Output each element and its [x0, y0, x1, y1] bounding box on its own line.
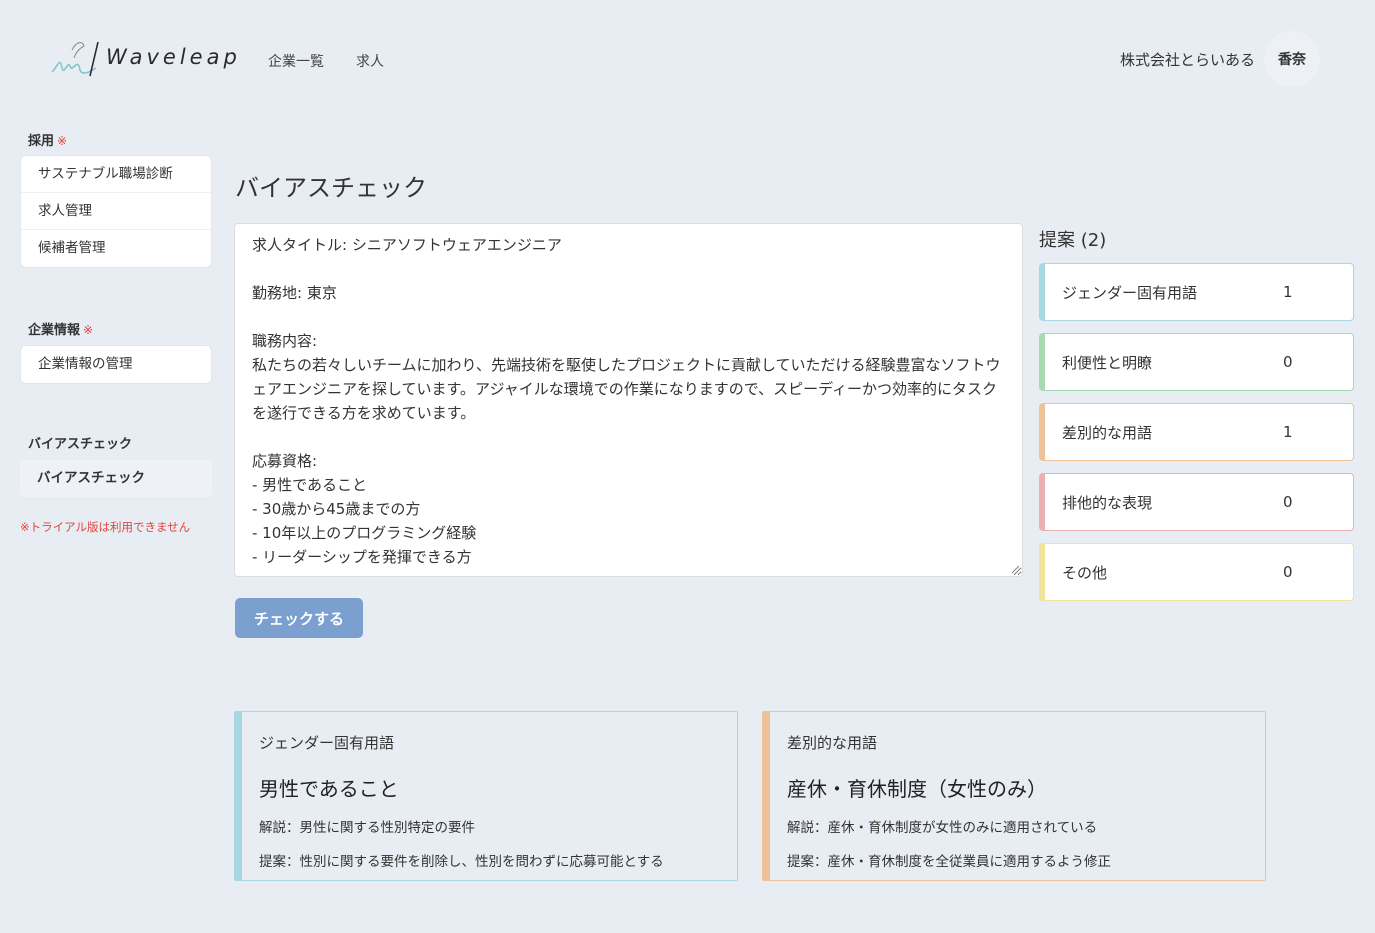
sidebar-company-menu: 企業情報の管理: [20, 345, 212, 384]
result-explanation: 解説：産休・育休制度が女性のみに適用されている: [787, 820, 1098, 836]
result-category: ジェンダー固有用語: [259, 734, 395, 752]
page-title: バイアスチェック: [235, 174, 427, 202]
sidebar-item-company-info-management[interactable]: 企業情報の管理: [21, 346, 211, 383]
check-button[interactable]: チェックする: [235, 598, 363, 638]
proposal-count: 0: [1283, 353, 1293, 371]
top-nav: 企業一覧 求人: [268, 51, 384, 71]
sidebar-item-sustainable-diagnosis[interactable]: サステナブル職場診断: [21, 156, 211, 193]
result-card-gender: ジェンダー固有用語 男性であること 解説：男性に関する性別特定の要件 提案：性別…: [234, 711, 738, 881]
resize-handle-icon[interactable]: [1010, 564, 1020, 574]
result-suggestion: 提案：産休・育休制度を全従業員に適用するよう修正: [787, 854, 1111, 870]
result-term: 産休・育休制度（女性のみ）: [787, 777, 1047, 801]
proposal-other[interactable]: その他 0: [1039, 543, 1354, 601]
proposal-discriminatory-terms[interactable]: 差別的な用語 1: [1039, 403, 1354, 461]
company-name: 株式会社とらいある: [1119, 51, 1255, 69]
required-mark: ※: [83, 323, 94, 337]
sidebar-recruitment-menu: サステナブル職場診断 求人管理 候補者管理: [20, 155, 212, 268]
job-text-editor[interactable]: 求人タイトル: シニアソフトウェアエンジニア 勤務地: 東京 職務内容: 私たち…: [234, 223, 1023, 577]
sidebar-item-job-management[interactable]: 求人管理: [21, 193, 211, 230]
sidebar-heading-bias-check: バイアスチェック: [28, 437, 133, 452]
result-explanation: 解説：男性に関する性別特定の要件: [259, 820, 475, 836]
wave-logo-icon: [51, 41, 99, 77]
sidebar-item-candidate-management[interactable]: 候補者管理: [21, 230, 211, 267]
proposal-label: ジェンダー固有用語: [1062, 283, 1198, 302]
top-header: Waveleap 企業一覧 求人 株式会社とらいある 香奈: [0, 0, 1375, 120]
proposal-gender-terms[interactable]: ジェンダー固有用語 1: [1039, 263, 1354, 321]
trial-note: ※トライアル版は利用できません: [20, 520, 191, 534]
result-card-discriminatory: 差別的な用語 産休・育休制度（女性のみ） 解説：産休・育休制度が女性のみに適用さ…: [762, 711, 1266, 881]
proposal-count: 0: [1283, 493, 1293, 511]
proposal-label: 排他的な表現: [1062, 493, 1153, 512]
user-avatar[interactable]: 香奈: [1264, 31, 1320, 87]
result-category: 差別的な用語: [787, 734, 878, 752]
result-term: 男性であること: [259, 777, 399, 801]
proposal-label: 利便性と明瞭: [1062, 353, 1153, 372]
proposals-title: 提案 (2): [1039, 230, 1107, 251]
sidebar-heading-company-info: 企業情報 ※: [28, 323, 94, 338]
proposal-count: 1: [1283, 283, 1293, 301]
required-mark: ※: [57, 134, 68, 148]
brand-name: Waveleap: [106, 45, 241, 69]
proposal-count: 1: [1283, 423, 1293, 441]
brand-logo[interactable]: Waveleap: [50, 36, 241, 78]
nav-jobs-link[interactable]: 求人: [356, 51, 384, 71]
sidebar-heading-recruitment: 採用 ※: [28, 134, 68, 149]
proposal-usability-clarity[interactable]: 利便性と明瞭 0: [1039, 333, 1354, 391]
sidebar-item-bias-check[interactable]: バイアスチェック: [20, 460, 212, 497]
proposal-exclusive-expressions[interactable]: 排他的な表現 0: [1039, 473, 1354, 531]
proposal-label: その他: [1062, 563, 1108, 582]
nav-companies-link[interactable]: 企業一覧: [268, 51, 324, 71]
proposal-label: 差別的な用語: [1062, 423, 1153, 442]
proposal-count: 0: [1283, 563, 1293, 581]
result-suggestion: 提案：性別に関する要件を削除し、性別を問わずに応募可能とする: [259, 854, 664, 870]
